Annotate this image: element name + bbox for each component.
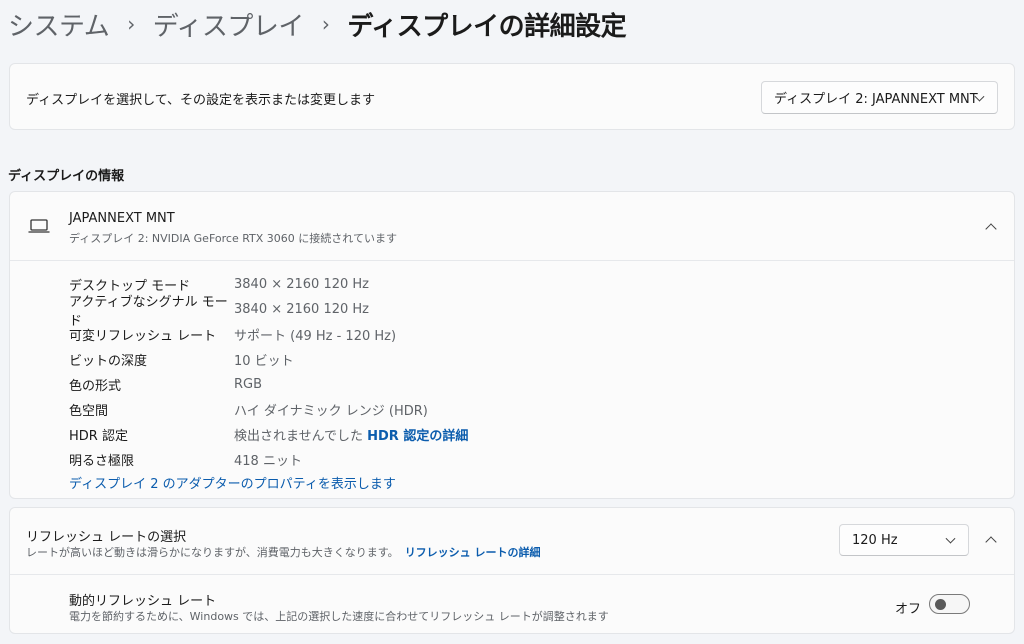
dynamic-refresh-toggle[interactable] <box>929 594 970 614</box>
refresh-rate-title: リフレッシュ レートの選択 <box>26 530 187 545</box>
page-title: ディスプレイの詳細設定 <box>347 11 627 42</box>
display-info-header[interactable]: JAPANNEXT MNT ディスプレイ 2: NVIDIA GeForce R… <box>10 192 1014 261</box>
chevron-up-icon[interactable] <box>985 536 997 548</box>
dynamic-refresh-title: 動的リフレッシュ レート <box>69 594 217 609</box>
info-row: 可変リフレッシュ レート サポート (49 Hz - 120 Hz) <box>69 322 468 347</box>
info-label: 色空間 <box>69 404 109 419</box>
divider <box>10 574 1014 575</box>
info-row: 色空間 ハイ ダイナミック レンジ (HDR) <box>69 397 468 422</box>
monitor-name: JAPANNEXT MNT <box>69 211 175 226</box>
chevron-up-icon[interactable] <box>985 223 997 235</box>
display-select-description: ディスプレイを選択して、その設定を表示または変更します <box>26 93 376 108</box>
info-row: HDR 認定 検出されませんでした HDR 認定の詳細 <box>69 422 468 447</box>
info-row: 色の形式 RGB <box>69 372 468 397</box>
display-select-dropdown[interactable]: ディスプレイ 2: JAPANNEXT MNT <box>761 81 998 114</box>
info-value: 10 ビット <box>234 354 294 369</box>
display-info-rows: デスクトップ モード 3840 × 2160 120 Hz アクティブなシグナル… <box>69 272 468 472</box>
laptop-icon <box>28 219 50 233</box>
info-label: 可変リフレッシュ レート <box>69 329 217 344</box>
chevron-down-icon <box>945 533 956 544</box>
breadcrumb-display[interactable]: ディスプレイ <box>153 6 305 43</box>
display-info-card: JAPANNEXT MNT ディスプレイ 2: NVIDIA GeForce R… <box>9 191 1015 499</box>
refresh-rate-card: リフレッシュ レートの選択 レートが高いほど動きは滑らかになりますが、消費電力も… <box>9 507 1015 634</box>
refresh-rate-details-link[interactable]: リフレッシュ レートの詳細 <box>405 546 541 559</box>
refresh-rate-value: 120 Hz <box>852 532 898 548</box>
adapter-properties-link[interactable]: ディスプレイ 2 のアダプターのプロパティを表示します <box>69 473 396 492</box>
info-label: 明るさ極限 <box>69 454 135 469</box>
info-label: アクティブなシグナル モード <box>69 294 228 329</box>
display-select-card: ディスプレイを選択して、その設定を表示または変更します ディスプレイ 2: JA… <box>9 63 1015 130</box>
info-label: 色の形式 <box>69 379 122 394</box>
section-title: ディスプレイの情報 <box>8 169 125 184</box>
toggle-knob <box>935 599 946 610</box>
info-value: 3840 × 2160 120 Hz <box>234 302 370 317</box>
monitor-subtitle: ディスプレイ 2: NVIDIA GeForce RTX 3060 に接続されて… <box>69 232 397 245</box>
info-label: HDR 認定 <box>69 429 128 444</box>
dynamic-refresh-toggle-label: オフ <box>895 602 922 617</box>
info-label: ビットの深度 <box>69 354 148 369</box>
breadcrumb-system[interactable]: システム <box>8 6 110 43</box>
info-value: 418 ニット <box>234 454 302 469</box>
hdr-status: 検出されませんでした <box>234 429 363 444</box>
breadcrumb-separator: › <box>321 12 330 36</box>
refresh-rate-description: レートが高いほど動きは滑らかになりますが、消費電力も大きくなります。 <box>26 546 399 559</box>
info-value: 3840 × 2160 120 Hz <box>234 277 370 292</box>
info-row: 明るさ極限 418 ニット <box>69 447 468 472</box>
info-value: 検出されませんでした HDR 認定の詳細 <box>234 425 468 444</box>
refresh-rate-dropdown[interactable]: 120 Hz <box>839 524 969 556</box>
refresh-rate-subtitle: レートが高いほど動きは滑らかになりますが、消費電力も大きくなります。 リフレッシュ… <box>26 544 541 560</box>
info-row: ビットの深度 10 ビット <box>69 347 468 372</box>
hdr-certification-link[interactable]: HDR 認定の詳細 <box>367 429 468 444</box>
display-select-value: ディスプレイ 2: JAPANNEXT MNT <box>774 92 978 107</box>
breadcrumb: システム › ディスプレイ › ディスプレイの詳細設定 <box>8 4 627 44</box>
breadcrumb-separator: › <box>127 12 135 36</box>
info-row: アクティブなシグナル モード 3840 × 2160 120 Hz <box>69 295 468 329</box>
info-value: ハイ ダイナミック レンジ (HDR) <box>234 404 428 419</box>
info-value: RGB <box>234 377 263 392</box>
info-value: サポート (49 Hz - 120 Hz) <box>234 329 397 344</box>
dynamic-refresh-subtitle: 電力を節約するために、Windows では、上記の選択した速度に合わせてリフレッ… <box>69 610 609 623</box>
